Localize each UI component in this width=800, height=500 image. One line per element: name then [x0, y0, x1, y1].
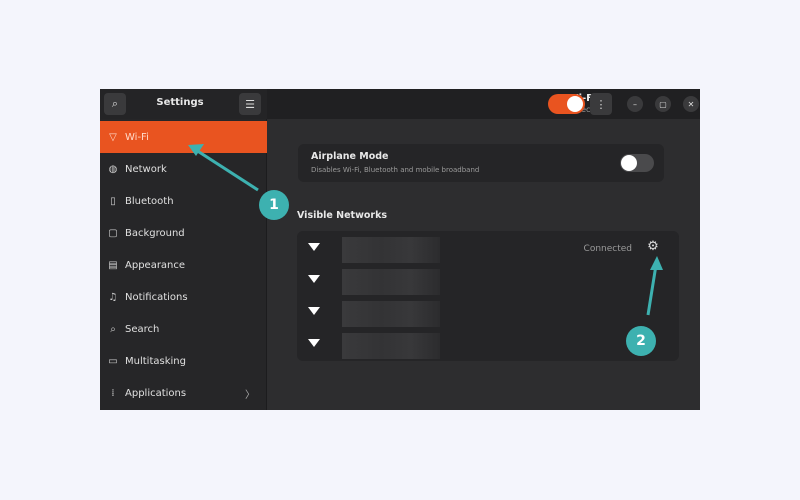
arrow-1	[188, 144, 259, 192]
annotation-badge-1: 1	[259, 190, 289, 220]
annotation-badge-2: 2	[626, 326, 656, 356]
arrow-2	[646, 256, 663, 316]
annotation-arrows	[188, 144, 663, 316]
